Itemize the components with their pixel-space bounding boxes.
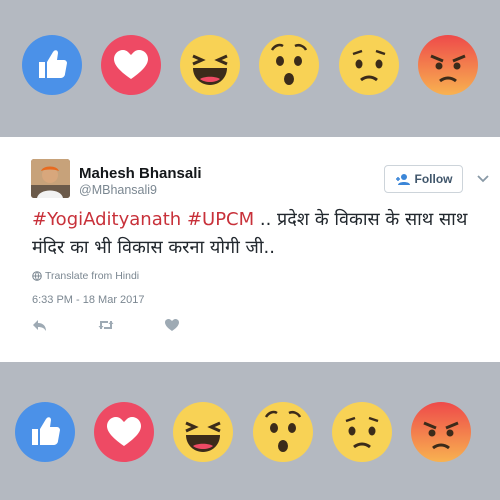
haha-reaction-icon[interactable] — [172, 401, 234, 463]
hashtag-link[interactable]: #UPCM — [187, 209, 254, 230]
like-reaction-icon[interactable] — [14, 401, 76, 463]
love-reaction-icon[interactable] — [93, 401, 155, 463]
haha-reaction-icon[interactable] — [179, 34, 241, 96]
angry-reaction-icon[interactable] — [417, 34, 479, 96]
author-handle[interactable]: @MBhansali9 — [79, 183, 157, 197]
translate-link[interactable]: Translate from Hindi — [32, 270, 139, 282]
like-reaction-icon[interactable] — [21, 34, 83, 96]
reply-icon[interactable] — [32, 318, 48, 332]
avatar[interactable] — [31, 159, 70, 198]
tweet-card: Mahesh Bhansali @MBhansali9 Follow #Yogi… — [0, 137, 500, 362]
sad-reaction-icon[interactable] — [338, 34, 400, 96]
wow-reaction-icon[interactable] — [258, 34, 320, 96]
angry-reaction-icon[interactable] — [410, 401, 472, 463]
like-heart-icon[interactable] — [164, 318, 180, 332]
follow-user-icon — [395, 174, 410, 185]
hashtag-link[interactable]: #YogiAdityanath — [32, 209, 181, 230]
globe-icon — [32, 271, 42, 281]
wow-reaction-icon[interactable] — [252, 401, 314, 463]
timestamp[interactable]: 6:33 PM - 18 Mar 2017 — [32, 294, 145, 306]
author-name[interactable]: Mahesh Bhansali — [79, 165, 202, 182]
tweet-text: #YogiAdityanath #UPCM .. प्रदेश के विकास… — [32, 206, 472, 262]
translate-label: Translate from Hindi — [45, 270, 140, 282]
love-reaction-icon[interactable] — [100, 34, 162, 96]
chevron-down-icon[interactable] — [476, 171, 490, 183]
follow-label: Follow — [414, 172, 453, 186]
sad-reaction-icon[interactable] — [331, 401, 393, 463]
follow-button[interactable]: Follow — [384, 165, 463, 193]
retweet-icon[interactable] — [98, 318, 114, 332]
